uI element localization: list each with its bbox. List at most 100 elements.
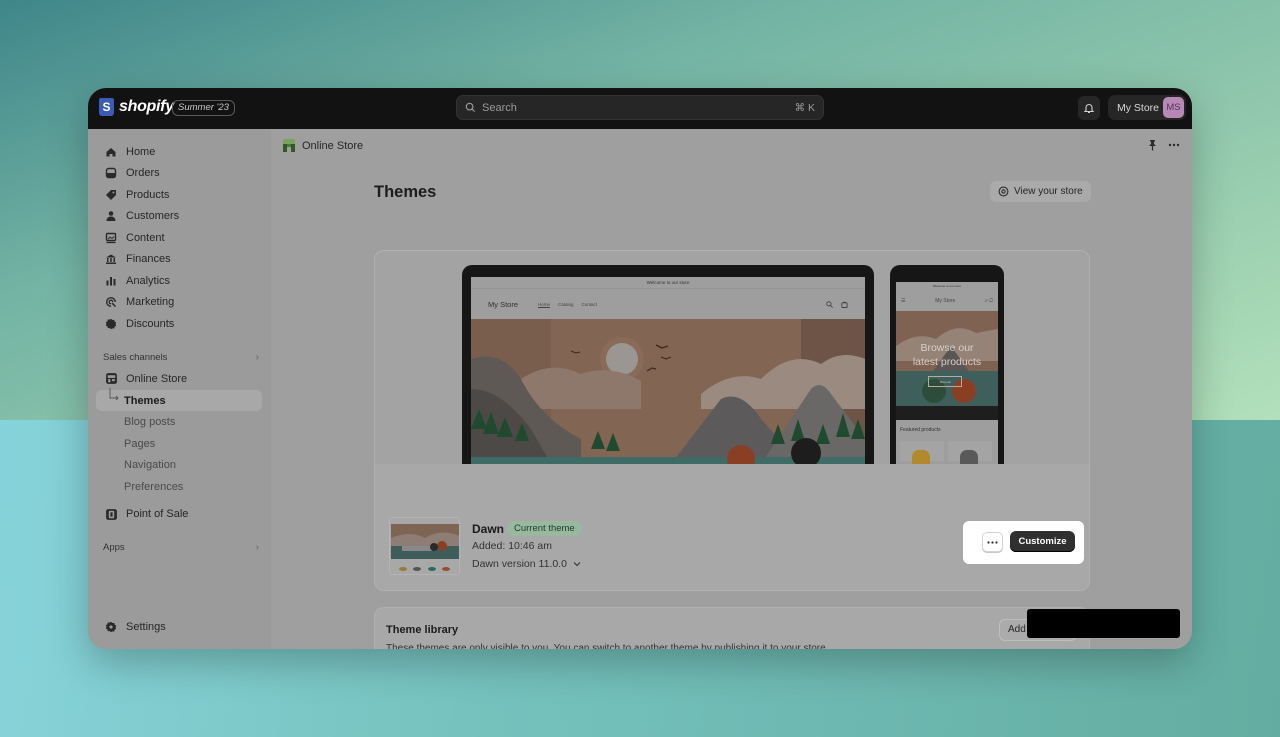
sales-channels-label: Sales channels (103, 352, 168, 363)
sidebar-item-pages[interactable]: Pages (96, 433, 262, 454)
view-store-label: View your store (1014, 186, 1083, 197)
sidebar-item-label: Discounts (126, 317, 175, 330)
preview-nav-link: Home (538, 301, 551, 307)
main-content: Online Store Themes View your store Welc… (271, 129, 1192, 649)
apps-label: Apps (103, 542, 125, 553)
theme-library-card: Theme library These themes are only visi… (374, 607, 1090, 649)
sidebar-item-label: Marketing (126, 296, 175, 308)
shopify-logo[interactable]: S shopify (99, 98, 174, 116)
sidebar-item-finances[interactable]: Finances (96, 249, 262, 270)
sidebar-item-label: Customers (126, 210, 180, 222)
store-name: My Store (1117, 101, 1160, 114)
theme-more-actions-button[interactable] (982, 532, 1003, 552)
mobile-featured-label: Featured products (900, 427, 941, 433)
mobile-shop-button: Shop all (928, 376, 962, 387)
home-icon (104, 145, 118, 159)
bank-icon (104, 252, 118, 266)
target-icon (104, 295, 118, 309)
content-icon (104, 231, 118, 245)
desktop-preview: Welcome to our store My Store Home Catal… (462, 265, 874, 464)
sales-channels-header[interactable]: Sales channels › (103, 352, 263, 363)
search-placeholder: Search (482, 101, 517, 114)
chevron-down-icon (573, 562, 581, 567)
preview-nav-link: Catalog (558, 301, 574, 307)
sidebar-item-navigation[interactable]: Navigation (96, 455, 262, 476)
sidebar-item-analytics[interactable]: Analytics (96, 270, 262, 291)
sidebar-item-discounts[interactable]: Discounts (96, 313, 262, 334)
sidebar-item-home[interactable]: Home (96, 141, 262, 162)
chevron-right-icon: › (255, 352, 259, 363)
sidebar-item-label: Analytics (126, 274, 171, 287)
sidebar-item-blog-posts[interactable]: Blog posts (96, 412, 262, 433)
sidebar-item-label: Finances (126, 253, 171, 265)
tag-icon (104, 188, 118, 202)
sidebar-item-preferences[interactable]: Preferences (96, 476, 262, 497)
product-thumb-gray (960, 450, 978, 464)
sidebar-item-point-of-sale[interactable]: Point of Sale (96, 504, 262, 525)
sidebar-item-label: Content (126, 231, 165, 244)
notifications-button[interactable] (1078, 96, 1100, 120)
customize-button[interactable]: Customize (1010, 531, 1075, 552)
person-icon (104, 209, 118, 223)
breadcrumb[interactable]: Online Store (282, 138, 363, 153)
sidebar-item-products[interactable]: Products (96, 184, 262, 205)
hamburger-icon: ☰ (901, 297, 906, 304)
mobile-hero-line: Browse our (920, 342, 974, 354)
sidebar-item-settings[interactable]: Settings (96, 617, 262, 638)
pin-icon[interactable] (1147, 139, 1158, 151)
page-title: Themes (374, 183, 437, 201)
mobile-nav: ☰ My Store ⌕ ▢ (896, 290, 998, 311)
desktop-preview-screen: Welcome to our store My Store Home Catal… (471, 277, 865, 464)
theme-version-dropdown[interactable]: Dawn version 11.0.0 (472, 558, 581, 570)
edition-badge: Summer '23 (172, 100, 235, 116)
breadcrumb-label: Online Store (302, 139, 364, 152)
online-store-icon (283, 139, 295, 152)
sidebar-item-orders[interactable]: Orders (96, 163, 262, 184)
preview-store-name: My Store (488, 299, 519, 309)
theme-info: Dawn Current theme Added: 10:46 am Dawn … (375, 464, 1089, 590)
current-theme-card: Welcome to our store My Store Home Catal… (374, 250, 1090, 591)
mobile-hero: Browse our latest products Shop all (896, 311, 998, 406)
mobile-preview-screen: Welcome to our store ☰ My Store ⌕ ▢ Brow… (896, 282, 998, 464)
mobile-featured-section: Featured products (896, 420, 998, 464)
apps-header[interactable]: Apps › (103, 542, 263, 553)
sidebar-item-themes[interactable]: Themes (96, 388, 262, 411)
sidebar-item-label: Online Store (126, 372, 188, 385)
mobile-announcement: Welcome to our store (932, 284, 962, 288)
view-store-button[interactable]: View your store (990, 181, 1091, 202)
preview-nav-link: Contact (581, 301, 598, 307)
pos-icon (104, 507, 118, 521)
current-theme-badge: Current theme (507, 521, 582, 536)
theme-version-label: Dawn version 11.0.0 (472, 558, 567, 570)
product-thumb-yellow (912, 450, 930, 464)
gear-icon (104, 620, 118, 634)
discount-icon (104, 317, 118, 331)
theme-added-time: Added: 10:46 am (472, 540, 552, 552)
tree-branch-icon (109, 388, 119, 401)
theme-preview[interactable]: Welcome to our store My Store Home Catal… (375, 251, 1089, 464)
search-input[interactable]: Search ⌘ K (456, 95, 824, 120)
sidebar-item-label: Themes (124, 394, 166, 407)
sidebar-item-label: Point of Sale (126, 508, 189, 520)
mobile-hero-heading: Browse our latest products (896, 341, 998, 369)
store-menu-button[interactable]: My Store MS (1108, 95, 1186, 120)
sidebar-item-label: Blog posts (124, 416, 176, 428)
theme-library-description: These themes are only visible to you. Yo… (386, 643, 829, 649)
sidebar-item-label: Preferences (124, 480, 184, 493)
theme-thumbnail-image (390, 518, 459, 574)
avatar: MS (1163, 97, 1184, 118)
sidebar-item-marketing[interactable]: Marketing (96, 292, 262, 313)
theme-thumbnail[interactable] (389, 517, 460, 575)
preview-cart-icon (841, 301, 848, 308)
theme-name: Dawn (472, 522, 505, 536)
mobile-store-name: My Store (935, 297, 956, 304)
bell-icon (1083, 104, 1095, 114)
sidebar-item-online-store[interactable]: Online Store (96, 368, 262, 389)
top-bar: S shopify Summer '23 Search ⌘ K My Store… (88, 88, 1192, 129)
theme-library-title: Theme library (386, 624, 459, 636)
sidebar-item-customers[interactable]: Customers (96, 206, 262, 227)
preview-announcement: Welcome to our store (471, 277, 865, 289)
more-horizontal-icon (987, 540, 998, 544)
more-horizontal-icon[interactable] (1168, 143, 1180, 147)
sidebar-item-content[interactable]: Content (96, 227, 262, 248)
